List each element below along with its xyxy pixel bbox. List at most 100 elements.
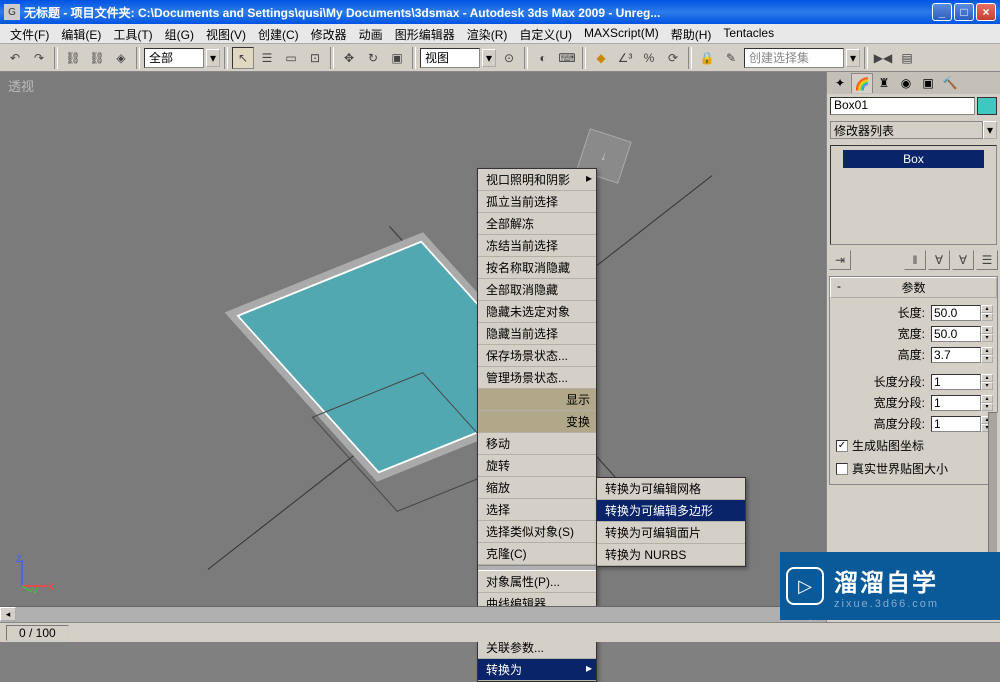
menu-views[interactable]: 视图(V) — [200, 24, 252, 43]
select-region-button[interactable]: ▭ — [280, 47, 302, 69]
modify-tab[interactable]: 🌈 — [851, 73, 873, 93]
menu-render[interactable]: 渲染(R) — [461, 24, 514, 43]
sel-set-dropdown-icon[interactable]: ▾ — [846, 49, 860, 67]
menu-tentacles[interactable]: Tentacles — [717, 24, 780, 43]
cm-object-properties[interactable]: 对象属性(P)... — [478, 571, 596, 593]
height-input[interactable]: 3.7 — [931, 347, 981, 363]
display-tab[interactable]: ▣ — [917, 73, 939, 93]
wsegs-input[interactable]: 1 — [931, 395, 981, 411]
redo-button[interactable]: ↷ — [28, 47, 50, 69]
menu-maxscript[interactable]: MAXScript(M) — [578, 24, 665, 43]
remove-modifier-button[interactable]: ∀ — [952, 250, 974, 270]
menu-customize[interactable]: 自定义(U) — [513, 24, 578, 43]
selection-filter-combo[interactable]: 全部 — [144, 48, 204, 68]
cm-convert-patch[interactable]: 转换为可编辑面片 — [597, 522, 745, 544]
undo-button[interactable]: ↶ — [4, 47, 26, 69]
cm-convert-poly[interactable]: 转换为可编辑多边形 — [597, 500, 745, 522]
cm-select-similar[interactable]: 选择类似对象(S) — [478, 521, 596, 543]
utilities-tab[interactable]: 🔨 — [939, 73, 961, 93]
cm-select[interactable]: 选择 — [478, 499, 596, 521]
cm-unfreeze-all[interactable]: 全部解冻 — [478, 213, 596, 235]
cm-unhide-by-name[interactable]: 按名称取消隐藏 — [478, 257, 596, 279]
cm-rotate[interactable]: 旋转 — [478, 455, 596, 477]
pin-stack-button[interactable]: ⇥ — [829, 250, 851, 270]
maximize-button[interactable]: □ — [954, 3, 974, 21]
width-spinner[interactable]: ▴▾ — [981, 326, 993, 342]
menu-animation[interactable]: 动画 — [353, 24, 389, 43]
move-button[interactable]: ✥ — [338, 47, 360, 69]
named-sel-lock-button[interactable]: 🔒 — [696, 47, 718, 69]
cm-isolate[interactable]: 孤立当前选择 — [478, 191, 596, 213]
make-unique-button[interactable]: ∀ — [928, 250, 950, 270]
angle-snap-button[interactable]: ∠³ — [614, 47, 636, 69]
cm-convert-nurbs[interactable]: 转换为 NURBS — [597, 544, 745, 566]
length-input[interactable]: 50.0 — [931, 305, 981, 321]
scale-button[interactable]: ▣ — [386, 47, 408, 69]
menu-file[interactable]: 文件(F) — [4, 24, 55, 43]
minimize-button[interactable]: _ — [932, 3, 952, 21]
gen-map-checkbox[interactable]: ✓ — [836, 440, 848, 452]
cm-hide-unselected[interactable]: 隐藏未选定对象 — [478, 301, 596, 323]
scroll-left-button[interactable]: ◂ — [0, 607, 16, 621]
lsegs-spinner[interactable]: ▴▾ — [981, 374, 993, 390]
object-color-swatch[interactable] — [977, 97, 997, 115]
cm-scale[interactable]: 缩放 — [478, 477, 596, 499]
select-object-button[interactable]: ↖ — [232, 47, 254, 69]
link-button[interactable]: ⛓ — [62, 47, 84, 69]
percent-snap-button[interactable]: % — [638, 47, 660, 69]
modifier-stack[interactable]: Box — [830, 145, 997, 245]
ref-coord-combo[interactable]: 视图 — [420, 48, 480, 68]
keyboard-shortcut-button[interactable]: ⌨ — [556, 47, 578, 69]
wsegs-spinner[interactable]: ▴▾ — [981, 395, 993, 411]
modifier-list-combo[interactable]: 修改器列表 — [830, 121, 983, 139]
menu-create[interactable]: 创建(C) — [252, 24, 305, 43]
menu-tools[interactable]: 工具(T) — [107, 24, 158, 43]
menu-edit[interactable]: 编辑(E) — [55, 24, 107, 43]
filter-dropdown-icon[interactable]: ▾ — [206, 49, 220, 67]
menu-modifiers[interactable]: 修改器 — [305, 24, 353, 43]
menu-group[interactable]: 组(G) — [159, 24, 200, 43]
cm-unhide-all[interactable]: 全部取消隐藏 — [478, 279, 596, 301]
cm-freeze-selection[interactable]: 冻结当前选择 — [478, 235, 596, 257]
create-tab[interactable]: ✦ — [829, 73, 851, 93]
menu-graph[interactable]: 图形编辑器 — [389, 24, 461, 43]
width-input[interactable]: 50.0 — [931, 326, 981, 342]
align-button[interactable]: ▤ — [896, 47, 918, 69]
cm-convert-mesh[interactable]: 转换为可编辑网格 — [597, 478, 745, 500]
coord-dropdown-icon[interactable]: ▾ — [482, 49, 496, 67]
cm-move[interactable]: 移动 — [478, 433, 596, 455]
snap-toggle-button[interactable]: ◆ — [590, 47, 612, 69]
close-button[interactable]: × — [976, 3, 996, 21]
cm-viewport-lighting[interactable]: 视口照明和阴影 — [478, 169, 596, 191]
motion-tab[interactable]: ◉ — [895, 73, 917, 93]
hierarchy-tab[interactable]: ♜ — [873, 73, 895, 93]
hsegs-input[interactable]: 1 — [931, 416, 981, 432]
object-name-input[interactable]: Box01 — [830, 97, 975, 115]
mirror-button[interactable]: ▶◀ — [872, 47, 894, 69]
cm-convert-to[interactable]: 转换为 — [478, 659, 596, 681]
named-sel-edit-button[interactable]: ✎ — [720, 47, 742, 69]
named-selection-combo[interactable]: 创建选择集 — [744, 48, 844, 68]
bind-button[interactable]: ◈ — [110, 47, 132, 69]
spinner-snap-button[interactable]: ⟳ — [662, 47, 684, 69]
configure-sets-button[interactable]: ☰ — [976, 250, 998, 270]
real-world-checkbox[interactable] — [836, 463, 848, 475]
cm-hide-selection[interactable]: 隐藏当前选择 — [478, 323, 596, 345]
rotate-button[interactable]: ↻ — [362, 47, 384, 69]
length-spinner[interactable]: ▴▾ — [981, 305, 993, 321]
time-slider-scrollbar[interactable]: ◂ ▸ — [0, 606, 826, 622]
menu-help[interactable]: 帮助(H) — [665, 24, 718, 43]
cm-clone[interactable]: 克隆(C) — [478, 543, 596, 565]
height-spinner[interactable]: ▴▾ — [981, 347, 993, 363]
manipulate-button[interactable]: ◐ — [532, 47, 554, 69]
window-crossing-button[interactable]: ⊡ — [304, 47, 326, 69]
select-by-name-button[interactable]: ☰ — [256, 47, 278, 69]
cm-manage-scene-state[interactable]: 管理场景状态... — [478, 367, 596, 389]
modifier-dropdown-icon[interactable]: ▾ — [983, 121, 997, 139]
unlink-button[interactable]: ⛓ — [86, 47, 108, 69]
params-rollout-header[interactable]: 参数 — [830, 277, 997, 298]
stack-item-box[interactable]: Box — [843, 150, 984, 168]
show-end-result-button[interactable]: ‖ — [904, 250, 926, 270]
cm-save-scene-state[interactable]: 保存场景状态... — [478, 345, 596, 367]
lsegs-input[interactable]: 1 — [931, 374, 981, 390]
